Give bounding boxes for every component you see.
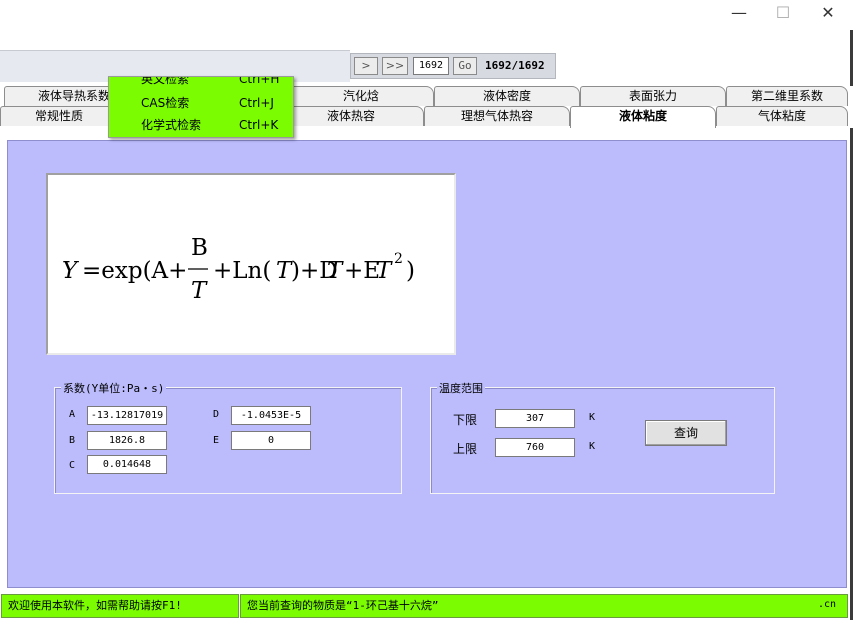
coef-a-label: A [69, 409, 76, 420]
record-number-input[interactable]: 1692 [413, 57, 449, 75]
svg-text:T: T [327, 258, 344, 284]
coefficients-group: 系数(Y单位:Pa・s) A -13.12817019 B 1826.8 C 0… [54, 380, 402, 494]
record-navigator: > >> 1692 Go 1692/1692 [350, 53, 556, 79]
tab-vaporization-enthalpy[interactable]: 汽化焓 [288, 86, 434, 106]
status-help: 欢迎使用本软件，如需帮助请按F1! [1, 594, 239, 618]
upper-limit-unit: K [589, 441, 596, 452]
coef-d-label: D [213, 409, 220, 420]
svg-text:T: T [376, 258, 393, 284]
status-current-substance: 您当前查询的物质是“1-环己基十六烷” [240, 594, 848, 618]
coef-e-label: E [213, 435, 220, 446]
tab-general-properties[interactable]: 常规性质 [0, 106, 118, 126]
tab-liquid-density[interactable]: 液体密度 [434, 86, 580, 106]
tab-ideal-gas-heat-capacity[interactable]: 理想气体热容 [424, 106, 570, 126]
svg-text:+E: +E [344, 258, 380, 284]
menu-item-shortcut: Ctrl+H [239, 76, 280, 86]
svg-text:=exp(A+: =exp(A+ [82, 258, 187, 284]
lower-limit-unit: K [589, 412, 596, 423]
next-record-button[interactable]: > [354, 57, 378, 75]
lower-limit-field[interactable]: 307 [495, 409, 575, 428]
close-button[interactable]: ✕ [806, 4, 850, 24]
coef-c-label: C [69, 460, 76, 471]
menu-item-cas-search[interactable]: CAS检索 Ctrl+J [109, 93, 293, 113]
menu-item-formula-search[interactable]: 化学式检索 Ctrl+K [109, 115, 293, 135]
svg-text:+Ln(: +Ln( [213, 258, 271, 284]
temperature-range-title: 温度范围 [437, 380, 485, 396]
coef-a-field[interactable]: -13.12817019 [87, 406, 167, 425]
upper-limit-field[interactable]: 760 [495, 438, 575, 457]
status-domain: .cn [818, 599, 837, 610]
maximize-button[interactable]: ☐ [761, 4, 805, 24]
coefficients-title: 系数(Y单位:Pa・s) [61, 380, 167, 396]
menu-item-label: 英文检索 [141, 76, 190, 86]
menu-item-shortcut: Ctrl+K [239, 118, 279, 132]
tab-gas-viscosity[interactable]: 气体粘度 [716, 106, 848, 126]
temperature-range-group: 温度范围 下限 307 K 上限 760 K 查询 [430, 380, 775, 494]
tab-second-virial-coefficient[interactable]: 第二维里系数 [726, 86, 848, 106]
upper-limit-label: 上限 [453, 442, 478, 456]
svg-text:T: T [191, 278, 208, 304]
viscosity-equation: Y =exp(A+ B T +Ln( T )+D T +E T 2 ) [62, 235, 415, 304]
go-button[interactable]: Go [453, 57, 477, 75]
record-count: 1692/1692 [485, 59, 545, 72]
formula-box: Y =exp(A+ B T +Ln( T )+D T +E T 2 ) [46, 173, 456, 355]
coef-d-field[interactable]: -1.0453E-5 [231, 406, 311, 425]
svg-text:Y: Y [62, 258, 80, 284]
svg-text:): ) [406, 258, 415, 284]
menu-item-shortcut: Ctrl+J [239, 96, 274, 110]
svg-text:B: B [191, 235, 208, 261]
coef-b-field[interactable]: 1826.8 [87, 431, 167, 450]
menu-item-label: 化学式检索 [141, 118, 202, 132]
tab-surface-tension[interactable]: 表面张力 [580, 86, 726, 106]
coef-e-field[interactable]: 0 [231, 431, 311, 450]
tab-liquid-viscosity[interactable]: 液体粘度 [570, 106, 716, 128]
tab-liquid-heat-capacity[interactable]: 液体热容 [278, 106, 424, 126]
menu-item-label: CAS检索 [141, 96, 190, 110]
coef-c-field[interactable]: 0.014648 [87, 455, 167, 474]
menu-item-english-search[interactable]: 英文检索 Ctrl+H [109, 76, 293, 89]
lower-limit-label: 下限 [453, 413, 478, 427]
coef-b-label: B [69, 435, 76, 446]
svg-text:2: 2 [394, 251, 403, 267]
minimize-button[interactable]: — [717, 4, 761, 24]
query-button[interactable]: 查询 [645, 420, 727, 446]
last-record-button[interactable]: >> [382, 57, 408, 75]
search-menu: 英文检索 Ctrl+H CAS检索 Ctrl+J 化学式检索 Ctrl+K [108, 76, 294, 138]
